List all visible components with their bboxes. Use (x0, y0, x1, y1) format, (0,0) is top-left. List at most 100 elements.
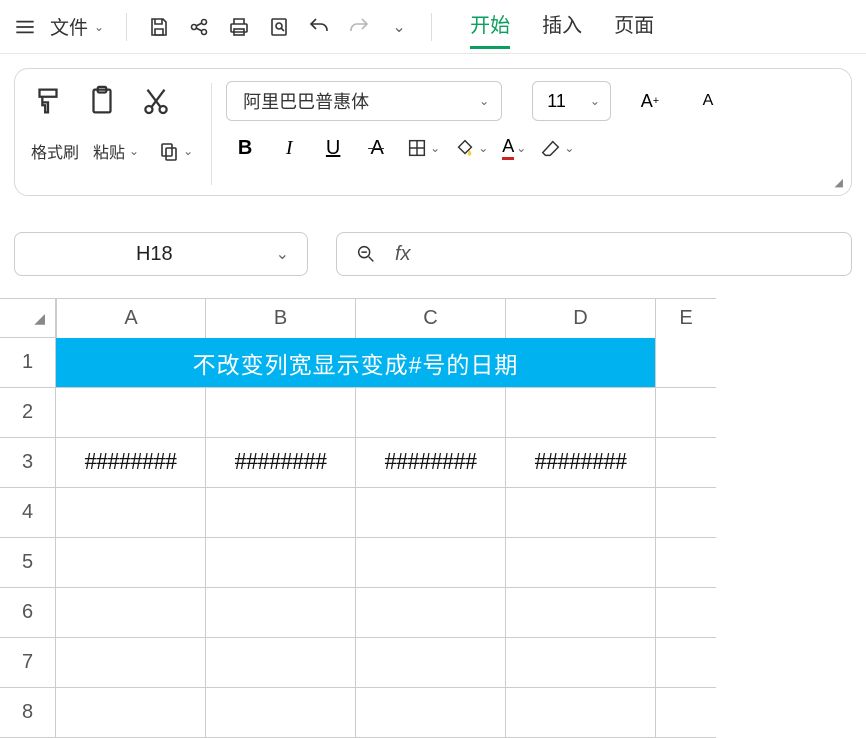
separator (431, 13, 432, 41)
cell[interactable] (656, 488, 716, 538)
chevron-down-icon: ⌄ (516, 141, 526, 155)
tab-start[interactable]: 开始 (470, 5, 510, 49)
cell[interactable] (506, 688, 656, 738)
cell[interactable] (356, 538, 506, 588)
row-header[interactable]: 1 (0, 338, 56, 388)
cell[interactable] (656, 538, 716, 588)
cell[interactable] (356, 688, 506, 738)
save-button[interactable] (141, 9, 177, 45)
formula-bar-row: H18 ⌄ fx (14, 232, 852, 276)
col-header-b[interactable]: B (206, 298, 356, 338)
tab-insert[interactable]: 插入 (542, 5, 582, 49)
cell[interactable] (56, 688, 206, 738)
italic-button[interactable]: I (270, 129, 308, 167)
row-header[interactable]: 4 (0, 488, 56, 538)
col-header-a[interactable]: A (56, 298, 206, 338)
cell[interactable] (356, 388, 506, 438)
cell[interactable] (656, 388, 716, 438)
format-painter-button[interactable] (31, 84, 65, 118)
cell[interactable] (206, 538, 356, 588)
font-color-dropdown[interactable]: A ⌄ (498, 136, 530, 160)
underline-button[interactable]: U (314, 129, 352, 167)
cell[interactable] (206, 588, 356, 638)
cell[interactable] (356, 488, 506, 538)
grid-rows: 1 不改变列宽显示变成#号的日期 2 3 ######## ######## #… (0, 338, 866, 738)
ribbon-tabs: 开始 插入 页面 (470, 5, 654, 49)
merged-title-cell[interactable]: 不改变列宽显示变成#号的日期 (56, 338, 656, 388)
more-dropdown[interactable]: ⌄ (381, 9, 417, 45)
top-menu-bar: 文件 ⌄ ⌄ 开始 插入 页面 (0, 0, 866, 54)
cell[interactable]: ######## (506, 438, 656, 488)
cell[interactable] (56, 388, 206, 438)
chevron-down-icon: ⌄ (430, 141, 440, 155)
cell[interactable] (56, 588, 206, 638)
chevron-down-icon: ⌄ (580, 94, 610, 108)
row-header[interactable]: 3 (0, 438, 56, 488)
cell[interactable] (506, 388, 656, 438)
col-header-d[interactable]: D (506, 298, 656, 338)
border-dropdown[interactable]: ⌄ (402, 137, 444, 159)
col-header-c[interactable]: C (356, 298, 506, 338)
cell[interactable] (506, 638, 656, 688)
row-header[interactable]: 8 (0, 688, 56, 738)
cell[interactable] (506, 588, 656, 638)
share-button[interactable] (181, 9, 217, 45)
cell[interactable] (506, 488, 656, 538)
cell[interactable]: ######## (356, 438, 506, 488)
redo-button[interactable] (341, 9, 377, 45)
row-header[interactable]: 2 (0, 388, 56, 438)
cell[interactable] (506, 538, 656, 588)
cell[interactable]: ######## (56, 438, 206, 488)
font-size-select[interactable]: 11 ⌄ (532, 81, 611, 121)
chevron-down-icon: ⌄ (94, 20, 104, 34)
row-header[interactable]: 6 (0, 588, 56, 638)
col-header-e[interactable]: E (656, 298, 716, 338)
row-header[interactable]: 7 (0, 638, 56, 688)
chevron-down-icon: ⌄ (129, 144, 139, 158)
file-label: 文件 (50, 13, 88, 40)
increase-font-button[interactable]: A+ (631, 82, 669, 120)
chevron-down-icon: ⌄ (467, 94, 501, 108)
format-painter-label[interactable]: 格式刷 (31, 139, 79, 163)
strikethrough-button[interactable]: A (358, 129, 396, 167)
cell[interactable] (206, 488, 356, 538)
ribbon-panel: 格式刷 粘贴 ⌄ ⌄ 阿里巴巴普惠体 ⌄ 11 ⌄ A+ A B (14, 68, 852, 196)
fill-color-dropdown[interactable]: ⌄ (450, 137, 492, 159)
formula-bar[interactable]: fx (336, 232, 852, 276)
row-header[interactable]: 5 (0, 538, 56, 588)
tab-page[interactable]: 页面 (614, 5, 654, 49)
decrease-font-button[interactable]: A (689, 82, 727, 120)
cell[interactable] (656, 688, 716, 738)
print-button[interactable] (221, 9, 257, 45)
cell[interactable] (656, 338, 716, 388)
hamburger-icon[interactable] (12, 14, 38, 40)
name-box[interactable]: H18 ⌄ (14, 232, 308, 276)
cell[interactable] (206, 388, 356, 438)
cut-button[interactable] (139, 84, 173, 118)
cell[interactable] (656, 638, 716, 688)
copy-dropdown[interactable]: ⌄ (153, 139, 197, 163)
zoom-icon (355, 243, 377, 265)
paste-dropdown[interactable]: 粘贴 ⌄ (93, 139, 139, 163)
cell[interactable] (356, 588, 506, 638)
cell[interactable]: ######## (206, 438, 356, 488)
cell[interactable] (56, 488, 206, 538)
cell[interactable] (206, 688, 356, 738)
chevron-down-icon: ⌄ (564, 141, 574, 155)
select-all-corner[interactable]: ◢ (0, 298, 56, 338)
cell[interactable] (206, 638, 356, 688)
paste-button[interactable] (85, 84, 119, 118)
cell[interactable] (656, 438, 716, 488)
bold-button[interactable]: B (226, 129, 264, 167)
spreadsheet-grid: ◢ A B C D E 1 不改变列宽显示变成#号的日期 2 3 #######… (0, 298, 866, 738)
ribbon-expand-icon[interactable]: ◢ (835, 176, 843, 189)
print-preview-button[interactable] (261, 9, 297, 45)
undo-button[interactable] (301, 9, 337, 45)
cell[interactable] (356, 638, 506, 688)
cell[interactable] (656, 588, 716, 638)
cell[interactable] (56, 538, 206, 588)
cell[interactable] (56, 638, 206, 688)
font-family-select[interactable]: 阿里巴巴普惠体 ⌄ (226, 81, 502, 121)
eraser-dropdown[interactable]: ⌄ (536, 137, 578, 159)
file-menu-button[interactable]: 文件 ⌄ (42, 9, 112, 44)
